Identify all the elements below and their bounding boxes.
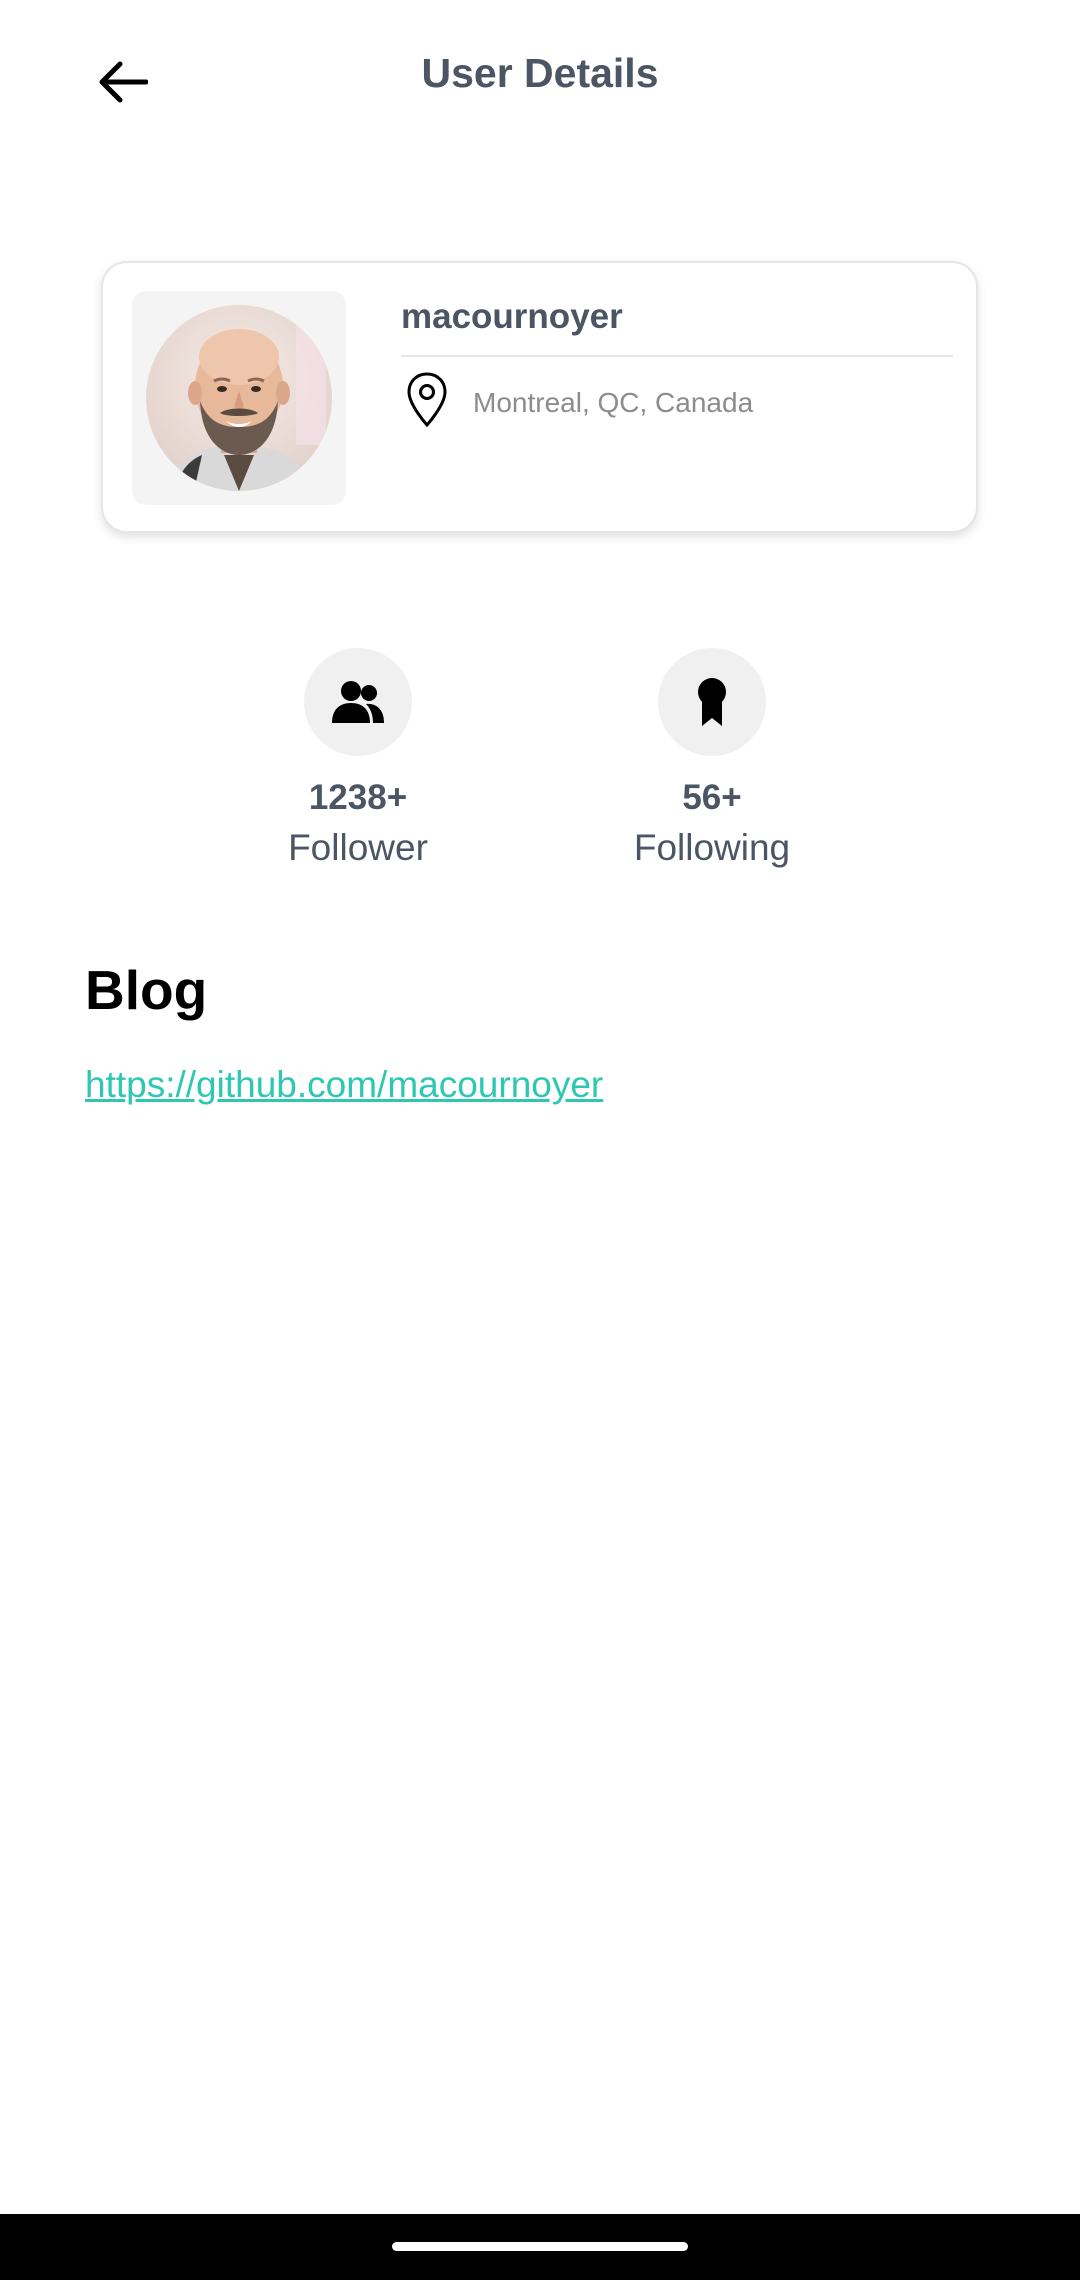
blog-link[interactable]: https://github.com/macournoyer xyxy=(85,1064,603,1106)
system-navigation-bar xyxy=(0,2214,1080,2280)
username: macournoyer xyxy=(401,297,623,336)
followers-count: 1238+ xyxy=(308,778,408,817)
followers-label: Follower xyxy=(288,827,428,868)
avatar-container xyxy=(132,291,346,505)
blog-heading: Blog xyxy=(85,959,208,1021)
user-details-screen: User Details macournoyer Montreal, QC, C… xyxy=(0,0,1080,2280)
map-pin-icon xyxy=(407,372,447,428)
followers-stat[interactable]: 1238+ Follower xyxy=(228,648,488,872)
following-count: 56+ xyxy=(682,778,742,817)
avatar xyxy=(146,305,332,491)
home-indicator[interactable] xyxy=(392,2242,688,2251)
location-text: Montreal, QC, Canada xyxy=(473,387,754,418)
profile-card: macournoyer Montreal, QC, Canada xyxy=(101,261,978,533)
following-label: Following xyxy=(633,827,791,868)
award-ribbon-icon xyxy=(698,678,726,726)
page-title: User Details xyxy=(421,50,659,96)
following-icon-container xyxy=(658,648,766,756)
followers-icon-container xyxy=(304,648,412,756)
divider xyxy=(401,355,953,357)
following-stat[interactable]: 56+ Following xyxy=(582,648,842,872)
people-icon xyxy=(332,681,384,723)
